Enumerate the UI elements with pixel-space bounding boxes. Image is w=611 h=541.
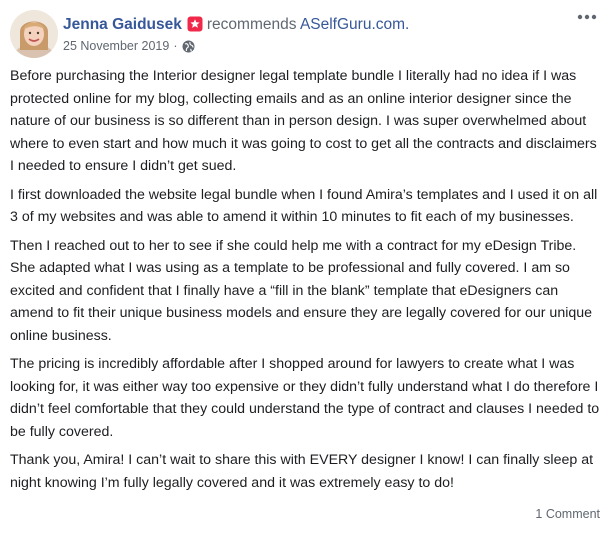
page-link[interactable]: ASelfGuru.com.	[300, 16, 409, 33]
meta-separator: ·	[173, 39, 178, 53]
more-options-icon	[577, 14, 597, 20]
post-paragraph: Then I reached out to her to see if she …	[10, 237, 593, 344]
recommendation-post: Jenna Gaidusek recommends ASelfGuru.com. …	[0, 0, 611, 541]
post-body: Before purchasing the Interior designer …	[10, 65, 602, 500]
author-name-link[interactable]: Jenna Gaidusek	[63, 16, 182, 33]
recommends-text: recommends	[206, 16, 297, 33]
author-line: Jenna Gaidusek recommends ASelfGuru.com.	[63, 15, 409, 35]
post-meta: 25 November 2019 ·	[63, 38, 195, 54]
comments-count-link[interactable]: 1 Comment	[535, 506, 600, 522]
post-paragraph: The pricing is incredibly affordable aft…	[10, 356, 600, 440]
recommend-icon	[187, 16, 203, 32]
post-paragraph: I first downloaded the website legal bun…	[10, 186, 598, 226]
post-paragraph: Before purchasing the Interior designer …	[10, 68, 597, 174]
post-header: Jenna Gaidusek recommends ASelfGuru.com. …	[10, 10, 600, 60]
post-date-link[interactable]: 25 November 2019	[63, 39, 169, 53]
avatar-image	[10, 10, 58, 58]
more-options-button[interactable]	[574, 10, 600, 28]
post-paragraph: Thank you, Amira! I can’t wait to share …	[10, 452, 594, 491]
globe-icon[interactable]	[182, 40, 195, 53]
avatar[interactable]	[10, 10, 58, 58]
